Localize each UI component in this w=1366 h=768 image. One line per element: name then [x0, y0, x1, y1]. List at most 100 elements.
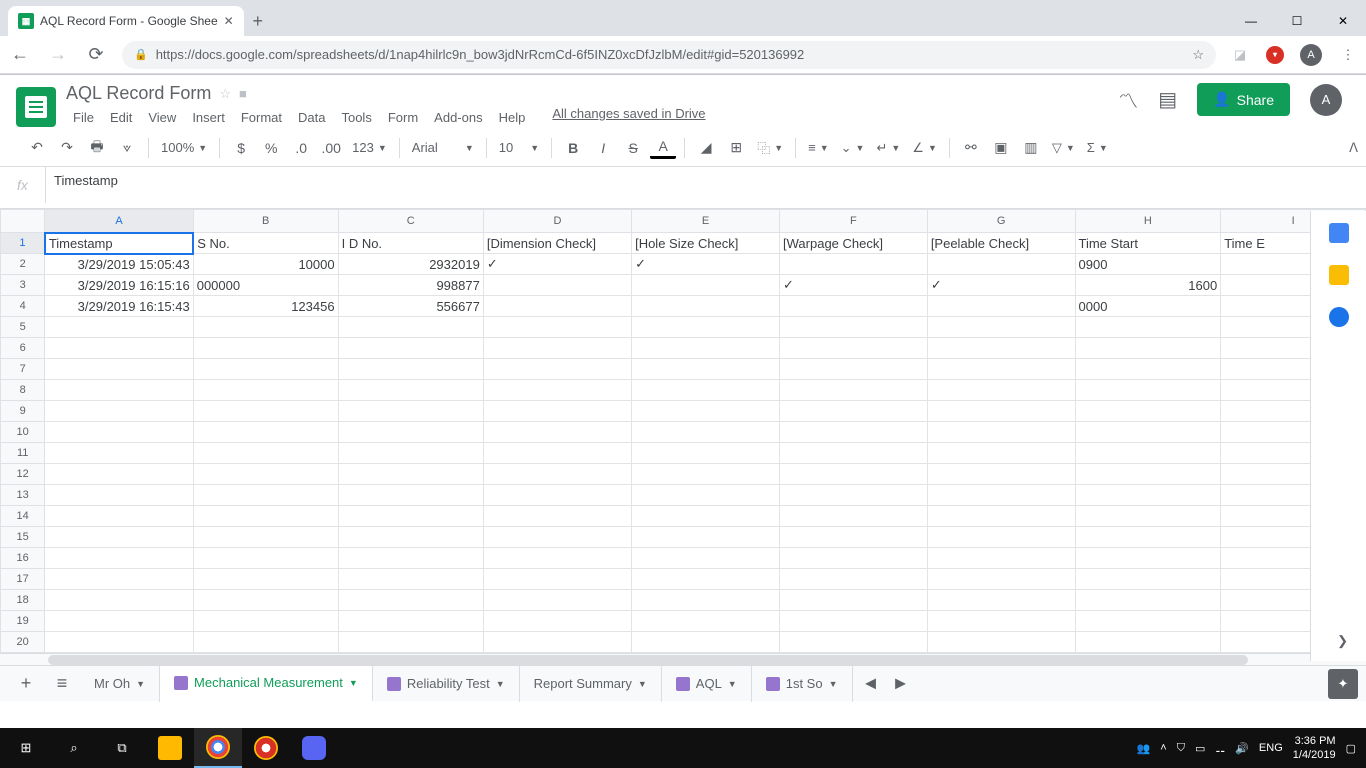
- cell[interactable]: [45, 569, 193, 590]
- row-header[interactable]: 11: [1, 443, 45, 464]
- row-header[interactable]: 8: [1, 380, 45, 401]
- fontsize-dropdown[interactable]: 10▼: [495, 140, 543, 155]
- discord-icon[interactable]: [290, 728, 338, 768]
- cell[interactable]: [1075, 464, 1221, 485]
- cell[interactable]: [Dimension Check]: [483, 233, 631, 254]
- explore-button[interactable]: ✦: [1328, 669, 1358, 699]
- cell[interactable]: [338, 464, 483, 485]
- cell[interactable]: [45, 359, 193, 380]
- menu-icon[interactable]: ⋮: [1338, 45, 1358, 65]
- cell[interactable]: [45, 506, 193, 527]
- chevron-down-icon[interactable]: ▼: [496, 679, 505, 689]
- row-header[interactable]: 19: [1, 611, 45, 632]
- cell[interactable]: [780, 254, 928, 275]
- back-button[interactable]: ←: [8, 43, 32, 67]
- cell[interactable]: [1075, 548, 1221, 569]
- cell[interactable]: [632, 401, 780, 422]
- cell[interactable]: [1075, 611, 1221, 632]
- cell[interactable]: 123456: [193, 296, 338, 317]
- keep-icon[interactable]: [1329, 265, 1349, 285]
- cell[interactable]: [338, 359, 483, 380]
- row-header[interactable]: 16: [1, 548, 45, 569]
- menu-file[interactable]: File: [66, 106, 101, 129]
- notifications-icon[interactable]: ▢: [1346, 742, 1356, 755]
- cell[interactable]: [780, 443, 928, 464]
- chevron-down-icon[interactable]: ▼: [349, 678, 358, 688]
- cell[interactable]: [193, 338, 338, 359]
- cell[interactable]: [632, 548, 780, 569]
- cell[interactable]: S No.: [193, 233, 338, 254]
- battery-icon[interactable]: ▭: [1195, 742, 1205, 755]
- zoom-dropdown[interactable]: 100%▼: [157, 140, 211, 155]
- cell[interactable]: [193, 632, 338, 653]
- row-header[interactable]: 14: [1, 506, 45, 527]
- halign-button[interactable]: ≡▼: [804, 140, 833, 155]
- cell[interactable]: 0000: [1075, 296, 1221, 317]
- cell[interactable]: I D No.: [338, 233, 483, 254]
- cell[interactable]: [45, 611, 193, 632]
- chrome-icon[interactable]: [194, 728, 242, 768]
- cell[interactable]: [927, 317, 1075, 338]
- cell[interactable]: [632, 443, 780, 464]
- cell[interactable]: [483, 611, 631, 632]
- task-view-button[interactable]: ⧉: [98, 728, 146, 768]
- new-tab-button[interactable]: +: [244, 7, 272, 35]
- cell[interactable]: [632, 422, 780, 443]
- cell[interactable]: [193, 401, 338, 422]
- cell[interactable]: [338, 632, 483, 653]
- cell[interactable]: [483, 422, 631, 443]
- borders-button[interactable]: ⊞: [723, 135, 749, 161]
- cell[interactable]: [483, 590, 631, 611]
- cell[interactable]: [193, 443, 338, 464]
- all-sheets-button[interactable]: ≡: [44, 669, 80, 699]
- col-header[interactable]: F: [780, 210, 928, 233]
- strike-button[interactable]: S: [620, 135, 646, 161]
- cell[interactable]: [338, 506, 483, 527]
- row-header[interactable]: 1: [1, 233, 45, 254]
- search-button[interactable]: ⌕: [50, 728, 98, 768]
- cell[interactable]: [1075, 317, 1221, 338]
- cell[interactable]: [483, 317, 631, 338]
- folder-icon[interactable]: ■: [239, 86, 247, 101]
- cell[interactable]: [927, 485, 1075, 506]
- cell[interactable]: [338, 548, 483, 569]
- url-input[interactable]: 🔒 https://docs.google.com/spreadsheets/d…: [122, 41, 1216, 69]
- menu-addons[interactable]: Add-ons: [427, 106, 489, 129]
- cell[interactable]: [632, 275, 780, 296]
- chart-button[interactable]: ▥: [1018, 135, 1044, 161]
- menu-edit[interactable]: Edit: [103, 106, 139, 129]
- cell[interactable]: [45, 464, 193, 485]
- cell[interactable]: [338, 422, 483, 443]
- menu-insert[interactable]: Insert: [185, 106, 232, 129]
- dec-decrease-button[interactable]: .0: [288, 135, 314, 161]
- file-explorer-icon[interactable]: [146, 728, 194, 768]
- cell[interactable]: [632, 527, 780, 548]
- cell[interactable]: [45, 422, 193, 443]
- cell[interactable]: [632, 338, 780, 359]
- cell[interactable]: [483, 359, 631, 380]
- row-header[interactable]: 4: [1, 296, 45, 317]
- cell[interactable]: [632, 296, 780, 317]
- paint-format-button[interactable]: ⟇: [114, 135, 140, 161]
- cell[interactable]: [338, 380, 483, 401]
- cell[interactable]: [632, 380, 780, 401]
- cell[interactable]: [193, 359, 338, 380]
- wrap-button[interactable]: ↵▼: [872, 140, 904, 156]
- tray-up-icon[interactable]: ˄: [1160, 742, 1166, 754]
- cell[interactable]: [45, 443, 193, 464]
- cell[interactable]: [1075, 527, 1221, 548]
- col-header[interactable]: H: [1075, 210, 1221, 233]
- menu-view[interactable]: View: [141, 106, 183, 129]
- fill-color-button[interactable]: ◢: [693, 135, 719, 161]
- cell[interactable]: 556677: [338, 296, 483, 317]
- cell[interactable]: [780, 422, 928, 443]
- valign-button[interactable]: ⌄▼: [837, 140, 869, 156]
- cell[interactable]: [780, 464, 928, 485]
- row-header[interactable]: 10: [1, 422, 45, 443]
- cell[interactable]: 3/29/2019 15:05:43: [45, 254, 193, 275]
- collapse-toolbar-button[interactable]: ᐱ: [1349, 140, 1358, 156]
- cell[interactable]: [927, 527, 1075, 548]
- cell[interactable]: [1075, 632, 1221, 653]
- cell[interactable]: ✓: [780, 275, 928, 296]
- cell[interactable]: [193, 506, 338, 527]
